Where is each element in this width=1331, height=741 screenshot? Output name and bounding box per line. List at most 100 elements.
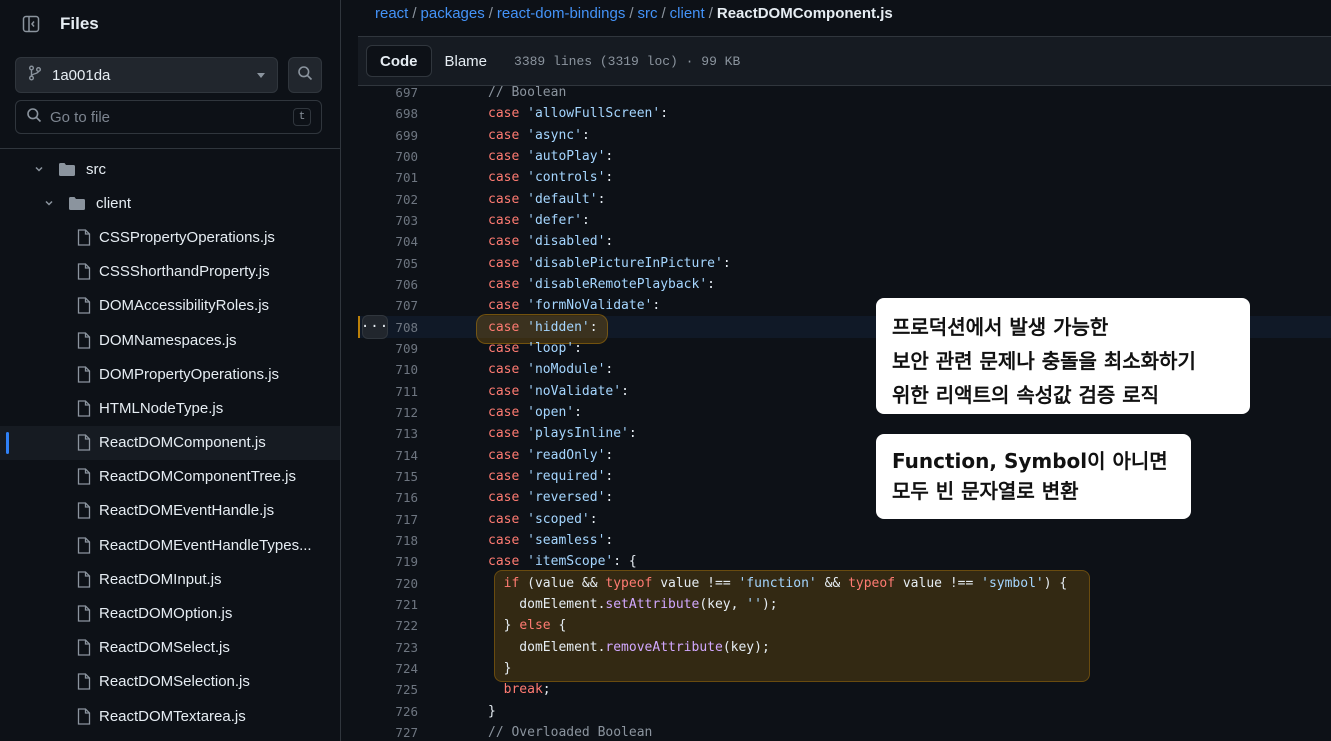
tree-file[interactable]: ReactDOMEventHandleTypes... <box>0 528 340 562</box>
code-line: 720 if (value && typeof value !== 'funct… <box>358 573 1331 594</box>
tree-file[interactable]: DOMNamespaces.js <box>0 323 340 357</box>
tree-file[interactable]: CSSPropertyOperations.js <box>0 220 340 254</box>
line-number[interactable]: 710 <box>368 362 418 377</box>
line-number[interactable]: 704 <box>368 234 418 249</box>
annotation-callout-empty-string: Function, Symbol이 아니면 모두 빈 문자열로 변환 <box>876 434 1191 519</box>
line-number[interactable]: 700 <box>368 149 418 164</box>
line-number[interactable]: 705 <box>368 256 418 271</box>
code-line: 723 domElement.removeAttribute(key); <box>358 637 1331 658</box>
line-number[interactable]: 707 <box>368 298 418 313</box>
line-number[interactable]: 701 <box>368 170 418 185</box>
tree-item-label: ReactDOMComponentTree.js <box>99 468 297 486</box>
line-number[interactable]: 726 <box>368 704 418 719</box>
line-number[interactable]: 722 <box>368 618 418 633</box>
code-line: 725 break; <box>358 679 1331 700</box>
tree-item-label: ReactDOMComponent.js <box>99 434 266 452</box>
code-text: } <box>488 661 512 677</box>
tree-file[interactable]: ReactDOMInput.js <box>0 562 340 596</box>
blame-tab[interactable]: Blame <box>432 45 501 77</box>
folder-icon <box>58 162 76 177</box>
line-number[interactable]: 723 <box>368 640 418 655</box>
line-number[interactable]: 717 <box>368 512 418 527</box>
tree-file[interactable]: ReactDOMSelection.js <box>0 665 340 699</box>
code-text: case 'noModule': <box>488 362 614 378</box>
sidebar-header: Files <box>16 10 99 38</box>
file-icon <box>77 537 91 554</box>
breadcrumb-link[interactable]: react-dom-bindings <box>497 5 625 22</box>
code-line: 700 case 'autoPlay': <box>358 146 1331 167</box>
code-text: } else { <box>488 618 567 634</box>
line-number[interactable]: 720 <box>368 576 418 591</box>
code-text: case 'allowFullScreen': <box>488 106 669 122</box>
tree-item-label: DOMNamespaces.js <box>99 331 237 349</box>
code-text: // Overloaded Boolean <box>488 725 653 741</box>
line-number[interactable]: 718 <box>368 533 418 548</box>
tree-folder[interactable]: src <box>0 152 340 186</box>
go-to-file-input[interactable] <box>50 108 285 126</box>
file-icon <box>77 502 91 520</box>
line-number[interactable]: 714 <box>368 448 418 463</box>
branch-selector[interactable]: 1a001da <box>15 57 278 93</box>
code-text: case 'required': <box>488 469 614 485</box>
tree-file[interactable]: DOMAccessibilityRoles.js <box>0 289 340 323</box>
search-files-button[interactable] <box>288 57 322 93</box>
line-number[interactable]: 713 <box>368 426 418 441</box>
line-number[interactable]: 721 <box>368 597 418 612</box>
go-to-file-field[interactable]: t <box>15 100 322 134</box>
line-number[interactable]: 709 <box>368 341 418 356</box>
line-number[interactable]: 711 <box>368 384 418 399</box>
line-number[interactable]: 716 <box>368 490 418 505</box>
search-icon <box>26 107 42 128</box>
code-text: case 'defer': <box>488 213 590 229</box>
tree-file[interactable]: DOMPropertyOperations.js <box>0 357 340 391</box>
breadcrumb-link[interactable]: src <box>638 5 658 22</box>
code-text: case 'hidden': <box>488 319 598 335</box>
line-number[interactable]: 702 <box>368 192 418 207</box>
file-icon <box>77 366 91 383</box>
line-number[interactable]: 706 <box>368 277 418 292</box>
git-branch-icon <box>28 65 42 86</box>
code-text: case 'autoPlay': <box>488 149 614 165</box>
tree-file[interactable]: ReactDOMEventHandle.js <box>0 494 340 528</box>
tree-file[interactable]: ReactDOMOption.js <box>0 596 340 630</box>
line-number[interactable]: 719 <box>368 554 418 569</box>
branch-name: 1a001da <box>52 66 111 84</box>
breadcrumb-link[interactable]: packages <box>421 5 485 22</box>
line-number[interactable]: 698 <box>368 106 418 121</box>
breadcrumb: react / packages / react-dom-bindings / src / cl… <box>375 5 893 22</box>
file-icon <box>77 605 91 622</box>
file-icon <box>77 263 91 280</box>
code-tab[interactable]: Code <box>366 45 432 77</box>
line-number[interactable]: 699 <box>368 128 418 143</box>
line-number[interactable]: 727 <box>368 725 418 740</box>
line-number[interactable]: 712 <box>368 405 418 420</box>
search-icon <box>297 65 313 86</box>
line-number[interactable]: 725 <box>368 682 418 697</box>
tree-file[interactable]: ReactDOMTextarea.js <box>0 699 340 733</box>
line-number[interactable]: 703 <box>368 213 418 228</box>
tree-file[interactable]: CSSShorthandProperty.js <box>0 255 340 289</box>
collapse-sidebar-icon[interactable] <box>16 9 46 39</box>
tree-file[interactable]: ReactDOMComponentTree.js <box>0 460 340 494</box>
line-number[interactable]: 697 <box>368 85 418 100</box>
line-number[interactable]: 715 <box>368 469 418 484</box>
code-text: case 'noValidate': <box>488 383 629 399</box>
tree-item-label: ReactDOMEventHandle.js <box>99 502 275 520</box>
file-icon <box>77 229 91 246</box>
code-text: case 'seamless': <box>488 533 614 549</box>
tree-file[interactable]: ReactDOMSelect.js <box>0 631 340 665</box>
code-text: case 'async': <box>488 127 590 143</box>
tree-file[interactable]: HTMLNodeType.js <box>0 391 340 425</box>
callout-line: 위한 리액트의 속성값 검증 로직 <box>892 383 1160 407</box>
tree-folder[interactable]: client <box>0 186 340 220</box>
code-text: if (value && typeof value !== 'function'… <box>503 575 1068 591</box>
tree-file[interactable]: ReactDOMComponent.js <box>0 425 340 460</box>
breadcrumb-link[interactable]: client <box>670 5 705 22</box>
breadcrumb-link[interactable]: react <box>375 5 408 22</box>
line-number[interactable]: 724 <box>368 661 418 676</box>
tree-item-label: HTMLNodeType.js <box>99 399 224 417</box>
breadcrumb-separator: / <box>661 5 666 22</box>
tree-item-label: CSSPropertyOperations.js <box>99 228 275 246</box>
code-line: 703 case 'defer': <box>358 210 1331 231</box>
line-number[interactable]: 708 <box>368 320 418 335</box>
